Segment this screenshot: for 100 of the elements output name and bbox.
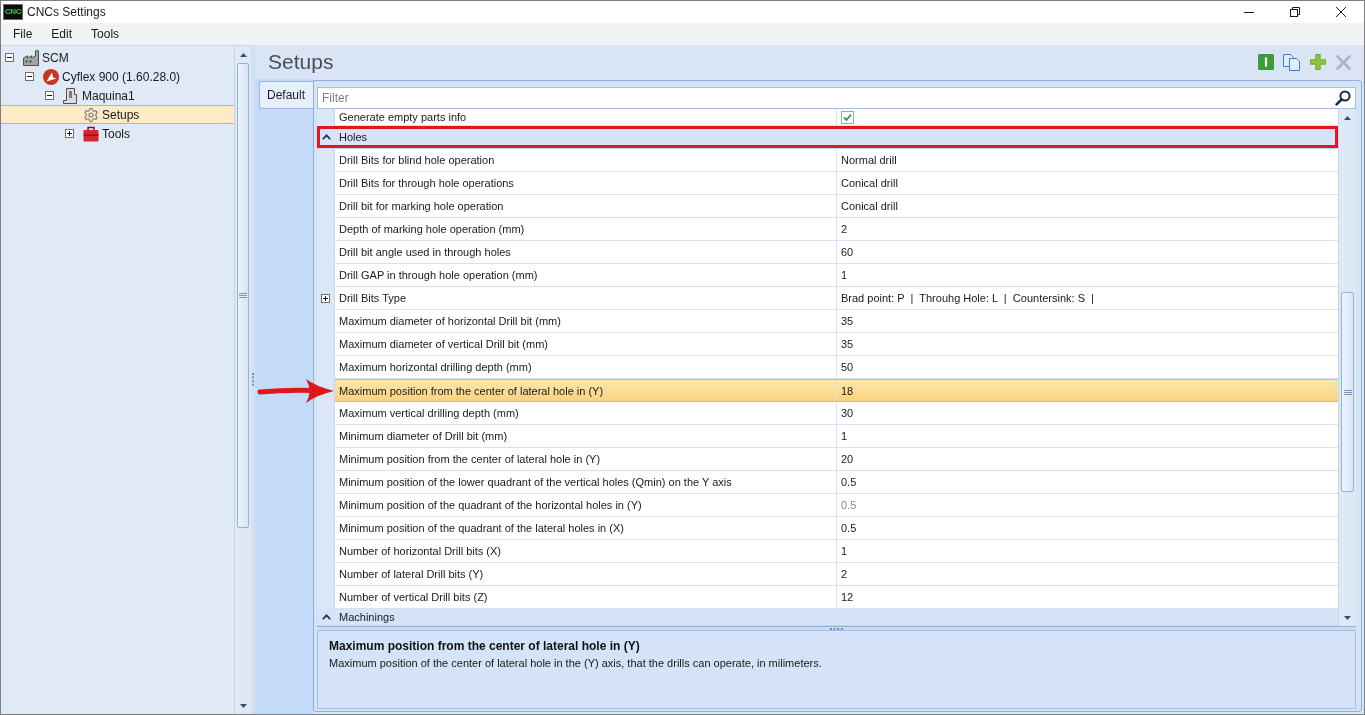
property-value[interactable]: 0.5 [837, 517, 1338, 539]
collapse-icon[interactable] [322, 134, 331, 140]
property-name: Number of vertical Drill bits (Z) [335, 586, 837, 608]
toolbox-icon [83, 125, 99, 142]
property-value[interactable]: 35 [837, 333, 1338, 355]
tree-item[interactable]: Setups [1, 105, 234, 124]
property-row[interactable]: Maximum diameter of horizontal Drill bit (mm) 35 [335, 310, 1338, 333]
close-icon [1336, 7, 1346, 17]
property-name: Number of lateral Drill bits (Y) [335, 563, 837, 585]
collapse-icon[interactable] [322, 614, 331, 620]
tree-item[interactable]: SCM [1, 48, 234, 67]
caret-up-icon [239, 52, 247, 57]
property-value[interactable]: 35 [837, 310, 1338, 332]
expand-icon[interactable] [321, 294, 330, 303]
collapse-icon[interactable] [45, 91, 54, 100]
property-row[interactable]: Depth of marking hole operation (mm) 2 [335, 218, 1338, 241]
property-row[interactable]: Drill Bits for blind hole operation Normal drill [335, 149, 1338, 172]
caret-down-icon [239, 703, 247, 708]
property-value[interactable]: 50 [837, 356, 1338, 378]
category-label: Machinings [339, 611, 395, 623]
property-value[interactable]: 1 [837, 425, 1338, 447]
property-name: Minimum diameter of Drill bit (mm) [335, 425, 837, 447]
panel-title: Setups [268, 50, 334, 74]
circle-logo-icon [43, 68, 59, 85]
property-value[interactable]: Conical drill [837, 195, 1338, 217]
property-name: Depth of marking hole operation (mm) [335, 218, 837, 240]
property-row[interactable]: Number of horizontal Drill bits (X) 1 [335, 540, 1338, 563]
property-value[interactable]: 30 [837, 402, 1338, 424]
filter-field[interactable]: Filter [317, 87, 1356, 109]
property-row[interactable]: Minimum diameter of Drill bit (mm) 1 [335, 425, 1338, 448]
property-value[interactable]: Normal drill [837, 149, 1338, 171]
scrollbar-thumb[interactable] [237, 63, 249, 528]
search-icon[interactable] [1335, 90, 1351, 106]
menu-item[interactable]: File [5, 24, 41, 44]
expand-icon[interactable] [65, 129, 74, 138]
property-row[interactable]: Drill bit angle used in through holes 60 [335, 241, 1338, 264]
property-row[interactable]: Maximum horizontal drilling depth (mm) 50 [335, 356, 1338, 379]
category-row[interactable]: Holes [317, 126, 1338, 149]
category-label: Holes [339, 131, 368, 143]
property-row[interactable]: Minimum position of the lower quadrant of the vertical holes (Qmin) on the Y axis 0.5 [335, 471, 1338, 494]
menu-item[interactable]: Tools [83, 24, 128, 44]
factory-icon [23, 49, 39, 66]
property-row[interactable]: Drill Bits for through hole operations Conical drill [335, 172, 1338, 195]
collapse-icon[interactable] [5, 53, 14, 62]
property-row[interactable]: Generate empty parts info [335, 109, 1338, 126]
info-button[interactable] [1257, 53, 1274, 71]
property-value[interactable]: 20 [837, 448, 1338, 470]
property-name: Drill Bits for blind hole operation [335, 149, 837, 171]
tree-item[interactable]: Maquina1 [1, 86, 234, 105]
property-name: Maximum position from the center of lateral hole in (Y) [335, 380, 837, 401]
cross-icon [1336, 54, 1351, 70]
property-row[interactable]: Drill bit for marking hole operation Conical drill [335, 195, 1338, 218]
category-row[interactable]: Machinings [317, 609, 1338, 626]
add-button[interactable] [1309, 53, 1326, 71]
property-value[interactable]: 60 [837, 241, 1338, 263]
caret-up-icon [1344, 115, 1351, 120]
property-row[interactable]: Drill Bits Type Brad point: P | Throuhg Hole: L | Countersink: S | [335, 287, 1338, 310]
scrollbar[interactable] [234, 46, 251, 714]
copy-icon [1283, 53, 1300, 71]
checkbox[interactable] [841, 110, 854, 124]
property-value[interactable]: 2 [837, 218, 1338, 240]
property-name: Maximum vertical drilling depth (mm) [335, 402, 837, 424]
property-row[interactable]: Maximum diameter of vertical Drill bit (mm) 35 [335, 333, 1338, 356]
copy-button[interactable] [1283, 53, 1300, 71]
property-value[interactable]: 0.5 [837, 471, 1338, 493]
property-row[interactable]: Drill GAP in through hole operation (mm) 1 [335, 264, 1338, 287]
scrollbar-thumb[interactable] [1341, 292, 1354, 492]
row-margin [317, 586, 335, 609]
property-name: Maximum horizontal drilling depth (mm) [335, 356, 837, 378]
property-name: Drill bit for marking hole operation [335, 195, 837, 217]
grip-icon [239, 293, 247, 298]
tree-item[interactable]: Tools [1, 124, 234, 143]
scrollbar[interactable] [1338, 109, 1356, 626]
property-row[interactable]: Minimum position of the quadrant of the lateral holes in (X) 0.5 [335, 517, 1338, 540]
property-name: Drill GAP in through hole operation (mm) [335, 264, 837, 286]
property-row[interactable]: Minimum position from the center of lateral hole in (Y) 20 [335, 448, 1338, 471]
property-name: Number of horizontal Drill bits (X) [335, 540, 837, 562]
property-value[interactable]: 12 [837, 586, 1338, 608]
machine-icon [63, 87, 79, 104]
property-name: Minimum position of the quadrant of the lateral holes in (X) [335, 517, 837, 539]
menu-item[interactable]: Edit [43, 24, 81, 44]
property-value[interactable]: 1 [837, 540, 1338, 562]
property-value[interactable]: 1 [837, 264, 1338, 286]
property-name: Maximum diameter of horizontal Drill bit (mm) [335, 310, 837, 332]
property-name: Drill Bits Type [335, 287, 837, 309]
property-row[interactable]: Maximum vertical drilling depth (mm) 30 [335, 402, 1338, 425]
caret-down-icon [1344, 615, 1351, 620]
property-value[interactable]: Conical drill [837, 172, 1338, 194]
property-value[interactable]: 18 [837, 380, 1338, 401]
tree-item[interactable]: Cyflex 900 (1.60.28.0) [1, 67, 234, 86]
property-row[interactable]: Number of lateral Drill bits (Y) 2 [335, 563, 1338, 586]
property-name: Drill Bits for through hole operations [335, 172, 837, 194]
app-logo: CNC [3, 4, 23, 20]
property-value[interactable]: 2 [837, 563, 1338, 585]
property-row[interactable]: Number of vertical Drill bits (Z) 12 [335, 586, 1338, 609]
row-margin [317, 109, 335, 126]
property-value[interactable]: Brad point: P | Throuhg Hole: L | Countersink: S | [837, 287, 1338, 309]
grip-icon[interactable] [830, 627, 843, 630]
tab[interactable]: Default [259, 81, 313, 109]
collapse-icon[interactable] [25, 72, 34, 81]
